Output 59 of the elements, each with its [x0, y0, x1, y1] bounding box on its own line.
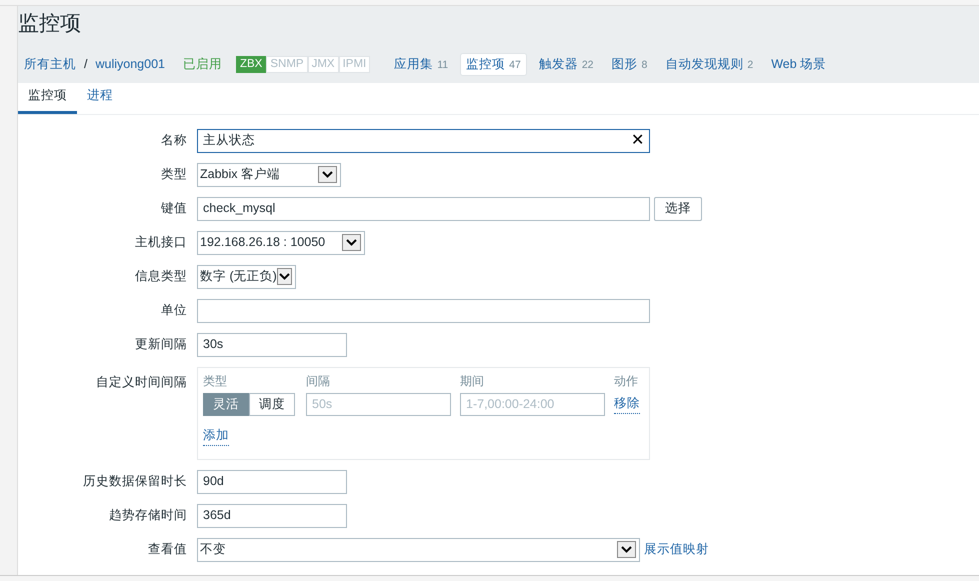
field-label: 名称: [160, 132, 187, 150]
select-field[interactable]: 数字 (无正负): [197, 264, 296, 289]
breadcrumb-separator: /: [84, 56, 88, 73]
select-field[interactable]: 192.168.26.18 : 10050: [197, 230, 365, 255]
status-text: 已启用: [182, 56, 222, 73]
field-label: 键值: [160, 200, 187, 218]
text-field[interactable]: 365d: [197, 504, 347, 528]
text-field[interactable]: 30s: [197, 332, 347, 357]
column-header: 间隔: [306, 372, 331, 390]
availability-badge: JMX: [308, 56, 339, 73]
select-button[interactable]: 选择: [654, 196, 702, 221]
text-field[interactable]: 主从状态 ✕: [197, 128, 650, 153]
input-value: 365d: [203, 506, 341, 526]
field-label: 趋势存储时间: [108, 507, 187, 524]
nav-tab[interactable]: Web 场景: [765, 53, 832, 76]
breadcrumb-link[interactable]: 所有主机: [24, 55, 76, 74]
nav-tab[interactable]: 图形 8: [606, 53, 654, 76]
period-field[interactable]: 1-7,00:00-24:00: [460, 392, 605, 416]
nav-tab[interactable]: 监控项 47: [460, 53, 527, 76]
field-label: 查看值: [147, 541, 187, 558]
select-value: 数字 (无正负): [200, 268, 277, 286]
column-header: 期间: [460, 372, 485, 390]
select-field[interactable]: 不变: [197, 538, 640, 562]
select-value: 不变: [200, 541, 226, 558]
select-value: 192.168.26.18 : 10050: [200, 234, 326, 252]
nav-tab[interactable]: 触发器 22: [532, 53, 600, 76]
text-field[interactable]: check_mysql: [197, 196, 650, 221]
field-label: 信息类型: [134, 268, 187, 286]
mode-toggle[interactable]: 调度: [249, 392, 295, 416]
select-field[interactable]: Zabbix 客户端: [197, 162, 341, 187]
clear-button[interactable]: ✕: [631, 132, 644, 149]
page-title: 监控项: [18, 11, 82, 37]
field-label: 主机接口: [134, 234, 187, 252]
availability-badge: SNMP: [266, 56, 308, 73]
column-header: 类型: [203, 372, 228, 390]
field-label: 类型: [160, 166, 187, 184]
text-field[interactable]: [197, 298, 650, 323]
field-label: 更新间隔: [134, 336, 187, 354]
breadcrumb-link[interactable]: wuliyong001: [95, 55, 165, 74]
input-value: check_mysql: [203, 199, 644, 218]
field-label: 历史数据保留时长: [82, 473, 187, 490]
field-label: 单位: [160, 302, 187, 320]
field-label: 自定义时间间隔: [95, 374, 187, 391]
remove-link[interactable]: 移除: [614, 394, 640, 414]
add-link[interactable]: 添加: [203, 426, 229, 446]
text-field[interactable]: 90d: [197, 470, 347, 494]
nav-tab[interactable]: 自动发现规则 2: [659, 53, 760, 76]
value-map-link[interactable]: 展示值映射: [644, 540, 709, 560]
input-value: 90d: [203, 472, 341, 492]
form-tab[interactable]: 监控项: [18, 86, 77, 114]
form-tab[interactable]: 进程: [77, 86, 123, 114]
input-value: 主从状态: [203, 131, 631, 150]
nav-tab[interactable]: 应用集 11: [388, 53, 454, 76]
input-value: 30s: [203, 335, 341, 354]
select-value: Zabbix 客户端: [200, 166, 280, 184]
availability-badge: ZBX: [236, 56, 266, 73]
interval-field[interactable]: 50s: [306, 392, 451, 416]
availability-badge: IPMI: [338, 56, 370, 73]
column-header: 动作: [614, 372, 638, 390]
